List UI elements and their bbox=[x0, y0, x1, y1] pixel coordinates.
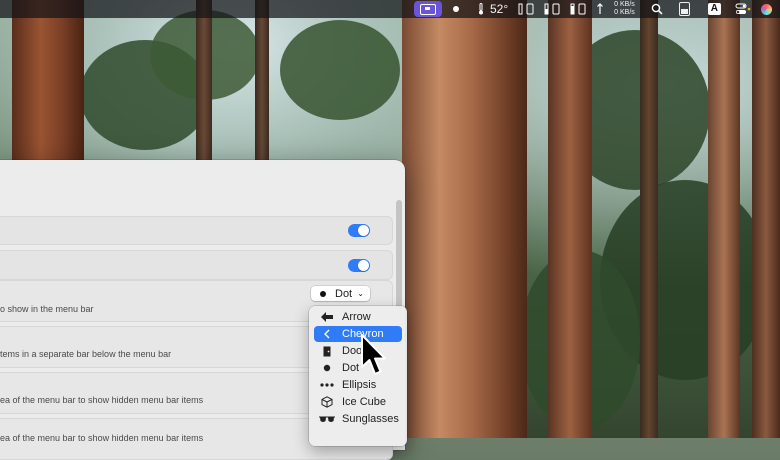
temperature-value: 52° bbox=[489, 2, 509, 16]
popup-value: Dot bbox=[335, 287, 353, 300]
menu-item-ellipsis[interactable]: Ellipsis bbox=[314, 377, 402, 393]
toggle-switch[interactable] bbox=[348, 224, 370, 237]
row-label: tems in a separate bar below the menu ba… bbox=[0, 349, 172, 359]
menu-item-chevron[interactable]: Chevron bbox=[314, 326, 402, 342]
menu-item-dot[interactable]: Dot bbox=[314, 360, 402, 376]
icon-style-popup-button[interactable]: Dot ⌄ bbox=[311, 286, 370, 301]
dot-icon bbox=[320, 290, 326, 297]
menu-item-label: Sunglasses bbox=[342, 413, 399, 425]
network-upload-speed: 0 KB/s bbox=[614, 1, 635, 8]
input-source-icon[interactable]: A bbox=[703, 0, 726, 18]
row-label: o show in the menu bar bbox=[0, 304, 94, 314]
menu-bar: 52° 0 KB/s 0 KB/s A bbox=[0, 0, 780, 18]
mouse-pointer-icon bbox=[361, 334, 386, 375]
dot-icon[interactable] bbox=[448, 0, 464, 18]
menu-item-label: Ice Cube bbox=[342, 396, 387, 408]
thermometer-icon[interactable] bbox=[472, 0, 490, 18]
toggle-switch[interactable] bbox=[348, 259, 370, 272]
settings-row bbox=[0, 250, 393, 280]
menu-item-ice-cube[interactable]: Ice Cube bbox=[314, 394, 402, 410]
network-download-speed: 0 KB/s bbox=[614, 9, 635, 16]
input-source-label: A bbox=[707, 3, 721, 15]
menu-item-label: Arrow bbox=[342, 311, 371, 323]
menu-bar-manager-icon[interactable] bbox=[413, 1, 442, 17]
scrollbar[interactable] bbox=[396, 200, 402, 310]
menu-item-label: Dot bbox=[342, 362, 360, 374]
memory-icon[interactable] bbox=[539, 0, 565, 18]
control-center-icon[interactable] bbox=[730, 0, 756, 18]
battery-icon[interactable] bbox=[674, 0, 695, 18]
siri-icon[interactable] bbox=[756, 0, 777, 18]
row-label: ea of the menu bar to show hidden menu b… bbox=[0, 433, 204, 443]
spotlight-icon[interactable] bbox=[646, 0, 668, 18]
ellipsis-icon bbox=[318, 383, 336, 387]
disk-icon[interactable] bbox=[565, 0, 591, 18]
door-icon bbox=[318, 346, 336, 357]
network-arrows-icon[interactable] bbox=[591, 0, 609, 18]
arrow-left-icon bbox=[318, 312, 336, 322]
chevron-down-icon: ⌄ bbox=[357, 289, 364, 298]
menu-item-arrow[interactable]: Arrow bbox=[314, 309, 402, 325]
menu-item-sunglasses[interactable]: Sunglasses bbox=[314, 411, 402, 427]
settings-row bbox=[0, 216, 393, 245]
chevron-left-icon bbox=[318, 329, 336, 339]
dot-icon bbox=[318, 364, 336, 372]
cpu-icon[interactable] bbox=[513, 0, 539, 18]
sunglasses-icon bbox=[318, 416, 336, 423]
menu-item-door[interactable]: Door bbox=[314, 343, 402, 359]
cube-icon bbox=[318, 396, 336, 408]
row-label: ea of the menu bar to show hidden menu b… bbox=[0, 395, 204, 405]
icon-style-menu: Arrow Chevron Door Dot Ellipsis Ice Cube bbox=[309, 306, 407, 446]
network-speed: 0 KB/s 0 KB/s bbox=[609, 0, 640, 18]
menu-item-label: Ellipsis bbox=[342, 379, 377, 391]
